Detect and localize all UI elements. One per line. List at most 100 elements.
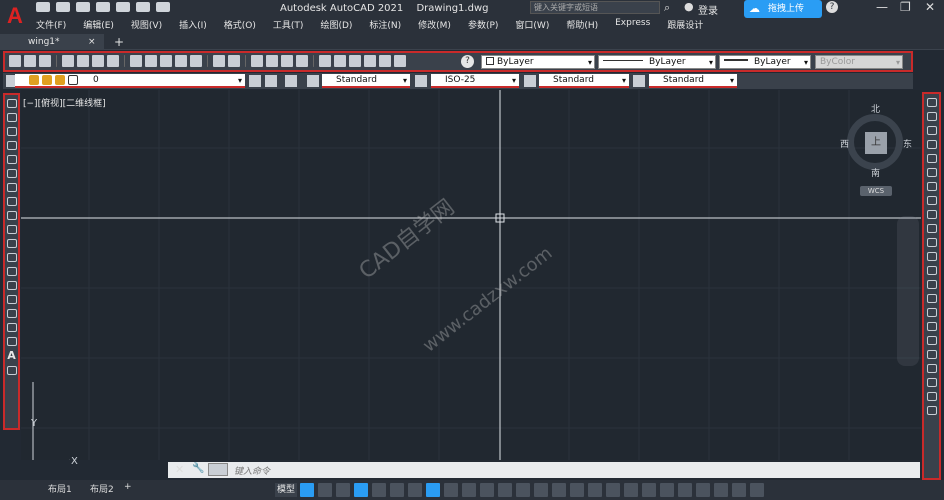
menu-view[interactable]: 视图(V) — [131, 18, 162, 31]
draw-order-icon[interactable] — [926, 350, 937, 359]
isodraft-icon[interactable] — [390, 483, 404, 497]
design-center-icon[interactable] — [334, 55, 346, 67]
plot-icon[interactable] — [116, 2, 130, 12]
stretch-icon[interactable] — [926, 210, 937, 219]
viewport-controls[interactable]: [−][俯视][二维线框] — [23, 96, 106, 109]
point-icon[interactable] — [6, 281, 17, 290]
command-line[interactable] — [168, 462, 920, 478]
mleader-style-icon[interactable] — [633, 75, 645, 87]
scale-icon[interactable] — [926, 196, 937, 205]
make-current-icon[interactable] — [249, 75, 261, 87]
gizmo-icon[interactable] — [552, 483, 566, 497]
array-icon[interactable] — [926, 154, 937, 163]
compass-north[interactable]: 北 — [871, 102, 880, 115]
lineweight-icon[interactable] — [444, 483, 458, 497]
help-icon[interactable]: ? — [826, 1, 838, 13]
menu-insert[interactable]: 插入(I) — [179, 18, 207, 31]
login-link[interactable]: 登录 — [698, 2, 718, 17]
gradient-icon[interactable] — [6, 309, 17, 318]
open-file-icon[interactable] — [56, 2, 70, 12]
menu-edit[interactable]: 编辑(E) — [83, 18, 114, 31]
compass-west[interactable]: 西 — [840, 137, 849, 150]
color-dropdown[interactable]: ByLayer ▾ — [481, 55, 595, 69]
markup-icon[interactable] — [379, 55, 391, 67]
polyline-icon[interactable] — [6, 127, 17, 136]
customization-icon[interactable] — [750, 483, 764, 497]
menu-tools[interactable]: 工具(T) — [273, 18, 304, 31]
menu-format[interactable]: 格式(O) — [224, 18, 256, 31]
sheet-set-icon[interactable] — [364, 55, 376, 67]
menu-modify[interactable]: 修改(M) — [418, 18, 451, 31]
new-file-icon[interactable] — [36, 2, 50, 12]
menu-window[interactable]: 窗口(W) — [515, 18, 549, 31]
save-as-icon[interactable] — [96, 2, 110, 12]
units-icon[interactable] — [660, 483, 674, 497]
dim-style-icon[interactable] — [415, 75, 427, 87]
publish-icon[interactable] — [92, 55, 104, 67]
compass-east[interactable]: 东 — [903, 137, 912, 150]
annotation-visibility-icon[interactable] — [570, 483, 584, 497]
paste-icon[interactable] — [160, 55, 172, 67]
menu-parametric[interactable]: 参数(P) — [468, 18, 498, 31]
otrack-icon[interactable] — [408, 483, 422, 497]
save-icon[interactable] — [76, 2, 90, 12]
erase-icon[interactable] — [926, 98, 937, 107]
revcloud-icon[interactable] — [6, 197, 17, 206]
send-back-icon[interactable] — [926, 378, 937, 387]
help-search-input[interactable]: 键入关键字或短语 — [530, 1, 660, 14]
minimize-icon[interactable]: — — [876, 0, 888, 14]
match-properties-icon[interactable] — [175, 55, 187, 67]
ellipse-arc-icon[interactable] — [6, 239, 17, 248]
osnap-icon[interactable] — [426, 483, 440, 497]
pan-icon[interactable] — [251, 55, 263, 67]
ortho-icon[interactable] — [354, 483, 368, 497]
copy-icon[interactable] — [145, 55, 157, 67]
line-icon[interactable] — [6, 99, 17, 108]
hatch-icon[interactable] — [6, 295, 17, 304]
bring-front-icon[interactable] — [926, 364, 937, 373]
upload-button[interactable]: ☁ 拖拽上传 — [744, 0, 822, 18]
zoom-window-icon[interactable] — [281, 55, 293, 67]
fillet-icon[interactable] — [926, 308, 937, 317]
zoom-previous-icon[interactable] — [296, 55, 308, 67]
grid-icon[interactable] — [300, 483, 314, 497]
3d-print-icon[interactable] — [107, 55, 119, 67]
help-icon[interactable]: ? — [461, 55, 474, 68]
break-icon[interactable] — [926, 266, 937, 275]
viewcube[interactable]: 上 北 南 西 东 WCS — [840, 102, 912, 204]
autocad-logo-icon[interactable]: A — [4, 2, 26, 30]
text-front-icon[interactable] — [926, 392, 937, 401]
menu-file[interactable]: 文件(F) — [36, 18, 66, 31]
compass-south[interactable]: 南 — [871, 166, 880, 179]
menu-dimension[interactable]: 标注(N) — [369, 18, 401, 31]
workspace-icon[interactable] — [624, 483, 638, 497]
tab-layout2[interactable]: 布局2 — [90, 482, 114, 495]
hatch-back-icon[interactable] — [926, 406, 937, 415]
text-style-icon[interactable] — [307, 75, 319, 87]
dynamic-ucs-icon[interactable] — [516, 483, 530, 497]
rotate-icon[interactable] — [926, 182, 937, 191]
block-editor-icon[interactable] — [190, 55, 202, 67]
rectangle-icon[interactable] — [6, 155, 17, 164]
insert-block-icon[interactable] — [6, 253, 17, 262]
region-icon[interactable] — [6, 323, 17, 332]
drawing-area[interactable]: [−][俯视][二维线框] 上 北 南 西 东 WCS CAD自学网 www.c… — [21, 90, 921, 467]
clean-screen-icon[interactable] — [732, 483, 746, 497]
mirror-icon[interactable] — [926, 126, 937, 135]
undo-icon[interactable] — [136, 2, 150, 12]
spline-icon[interactable] — [6, 211, 17, 220]
table-icon[interactable] — [6, 337, 17, 346]
save-icon[interactable] — [39, 55, 51, 67]
properties-icon[interactable] — [319, 55, 331, 67]
menu-express[interactable]: Express — [615, 18, 650, 31]
add-selected-icon[interactable] — [6, 366, 17, 375]
tab-drawing1[interactable]: wing1* × — [0, 34, 104, 50]
zoom-realtime-icon[interactable] — [266, 55, 278, 67]
trim-icon[interactable] — [926, 224, 937, 233]
move-icon[interactable] — [926, 168, 937, 177]
infer-icon[interactable] — [336, 483, 350, 497]
menu-draw[interactable]: 绘图(D) — [320, 18, 352, 31]
model-space-button[interactable]: 模型 — [275, 483, 297, 497]
isolate-objects-icon[interactable] — [696, 483, 710, 497]
quick-properties-icon[interactable] — [678, 483, 692, 497]
